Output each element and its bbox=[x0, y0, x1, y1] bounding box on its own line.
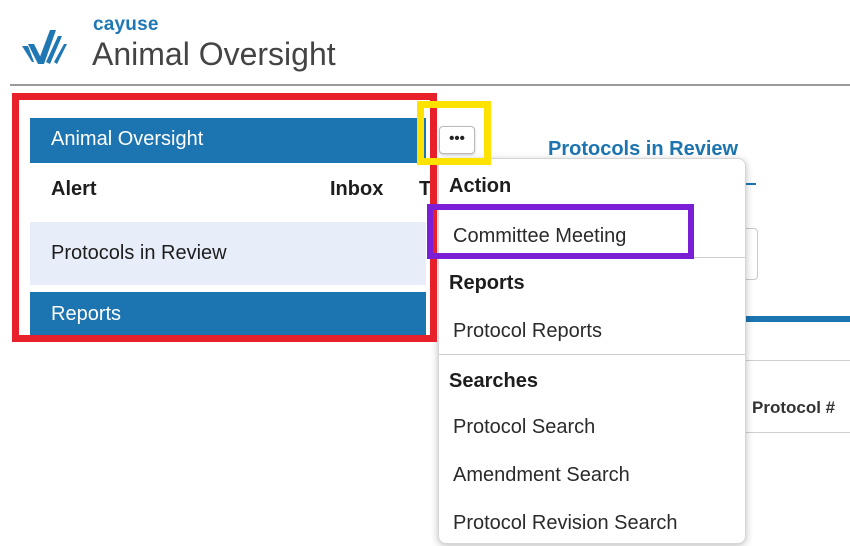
brand-name: cayuse bbox=[93, 14, 159, 35]
protocol-number-column-header[interactable]: Protocol # bbox=[752, 398, 835, 418]
dropdown-heading-action: Action bbox=[449, 175, 512, 197]
table-divider bbox=[744, 360, 850, 361]
dropdown-divider bbox=[439, 354, 745, 355]
menu-item-protocol-revision-search[interactable]: Protocol Revision Search bbox=[453, 512, 678, 535]
highlight-box-purple bbox=[427, 204, 694, 259]
menu-item-protocol-reports[interactable]: Protocol Reports bbox=[453, 320, 602, 343]
highlight-box-yellow bbox=[417, 101, 491, 165]
dropdown-heading-searches: Searches bbox=[449, 370, 538, 392]
app-title: Animal Oversight bbox=[92, 36, 336, 72]
search-box-edge[interactable] bbox=[744, 228, 758, 280]
cayuse-logo-icon bbox=[20, 22, 70, 68]
table-divider bbox=[744, 432, 850, 433]
header-divider bbox=[10, 84, 850, 86]
dropdown-heading-reports: Reports bbox=[449, 272, 525, 294]
highlight-box-red bbox=[12, 93, 437, 342]
menu-item-protocol-search[interactable]: Protocol Search bbox=[453, 416, 595, 439]
menu-item-amendment-search[interactable]: Amendment Search bbox=[453, 464, 630, 487]
table-header-bar bbox=[744, 316, 850, 322]
